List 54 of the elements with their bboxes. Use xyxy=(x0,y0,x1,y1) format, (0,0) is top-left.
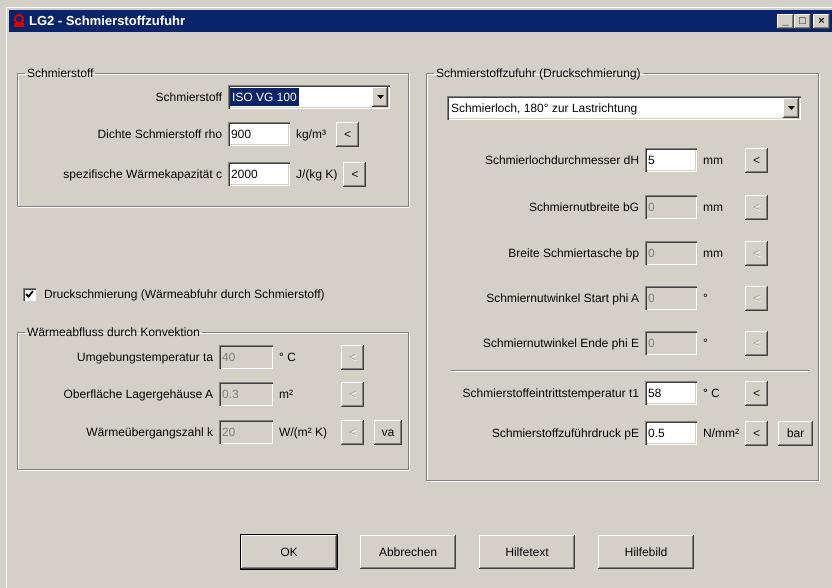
input-field[interactable]: 2000 xyxy=(228,162,290,186)
input-field[interactable]: 0.5 xyxy=(645,421,697,445)
field-label: Wärmeübergangszahl k xyxy=(85,424,213,441)
unit-label: mm xyxy=(703,245,724,262)
dropdown[interactable]: Schmierloch, 180° zur Lastrichtung xyxy=(447,96,801,120)
unit-label: kg/m³ xyxy=(296,126,327,143)
unit-label: ° C xyxy=(279,349,297,366)
field-label: Schmierstoff xyxy=(154,89,222,106)
unit-label: ° C xyxy=(703,385,721,402)
field-label: Umgebungstemperatur ta xyxy=(76,349,213,366)
dialog-button[interactable]: Abbrechen xyxy=(360,535,456,569)
field-label: Oberfläche Lagergehäuse A xyxy=(62,386,213,403)
minimize-button[interactable]: _ xyxy=(777,14,794,28)
dialog-button[interactable]: OK xyxy=(241,535,337,569)
app-icon xyxy=(13,14,25,28)
unit-label: mm xyxy=(703,199,724,216)
group-title: Schmierstoff xyxy=(26,66,94,80)
unit-label: ° xyxy=(703,335,709,352)
unit-label: ° xyxy=(703,290,709,307)
dialog-button[interactable]: Hilfebild xyxy=(598,535,694,569)
field-label: Dichte Schmierstoff rho xyxy=(96,126,222,143)
maximize-button[interactable]: □ xyxy=(794,14,811,28)
small-button[interactable]: < xyxy=(745,148,768,172)
window-title: LG2 - Schmierstoffzufuhr xyxy=(29,12,186,30)
unit-label: m² xyxy=(279,386,294,403)
unit-label: W/(m² K) xyxy=(279,424,328,441)
unit-label: mm xyxy=(703,152,724,169)
field-label: Schmierstoffeintrittstemperatur t1 xyxy=(461,385,639,402)
small-button[interactable]: < xyxy=(336,122,359,146)
dropdown[interactable]: ISO VG 100 xyxy=(228,85,390,109)
field-label: spezifische Wärmekapazität c xyxy=(62,166,222,183)
small-button[interactable]: < xyxy=(343,162,366,186)
checkbox[interactable] xyxy=(23,288,36,300)
group-title: Wärmeabfluss durch Konvektion xyxy=(26,325,201,339)
field-label: Schmiernutbreite bG xyxy=(528,199,639,216)
group-title: Schmierstoffzufuhr (Druckschmierung) xyxy=(435,66,642,80)
input-field[interactable]: 900 xyxy=(228,122,290,146)
field-label: Schmiernutwinkel Start phi A xyxy=(485,290,639,307)
field-label: Breite Schmiertasche bp xyxy=(507,245,639,262)
field-label: Schmierstoffzuführdruck pE xyxy=(490,425,639,442)
dropdown-arrow-icon xyxy=(376,95,384,99)
small-button[interactable]: < xyxy=(745,380,768,406)
dialog-button[interactable]: Hilfetext xyxy=(479,535,575,569)
checkbox-label: Druckschmierung (Wärmeabfuhr durch Schmierstoff) xyxy=(44,286,325,303)
unit-label: J/(kg K) xyxy=(296,166,338,183)
field-label: Schmierlochdurchmesser dH xyxy=(484,152,639,169)
field-label: Schmiernutwinkel Ende phi E xyxy=(482,335,639,352)
input-field[interactable]: 58 xyxy=(645,381,697,405)
unit-label: N/mm² xyxy=(703,425,739,442)
small-button[interactable]: bar xyxy=(778,420,813,446)
close-button[interactable]: × xyxy=(813,14,830,28)
small-button[interactable]: < xyxy=(745,420,768,446)
input-field[interactable]: 5 xyxy=(645,148,697,172)
dropdown-arrow-icon xyxy=(788,106,794,110)
